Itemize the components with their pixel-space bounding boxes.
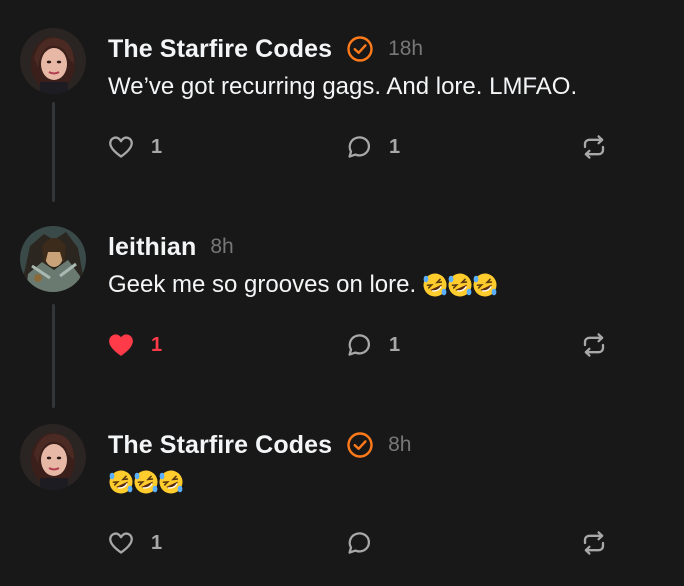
post-timestamp[interactable]: 8h <box>210 235 233 259</box>
post-actions: 1 <box>0 526 684 560</box>
post-2: leithian 8h Geek me so grooves on lore. … <box>0 198 684 388</box>
post-timestamp[interactable]: 8h <box>388 433 411 457</box>
like-count: 1 <box>151 135 163 158</box>
comment-bubble-icon <box>345 133 373 161</box>
like-button[interactable]: 1 <box>107 130 162 164</box>
post-timestamp[interactable]: 18h <box>388 37 423 61</box>
rolling-on-floor-laughing-emoji <box>422 272 448 298</box>
post-text <box>108 469 183 495</box>
post-actions: 1 1 <box>0 328 684 362</box>
repost-icon <box>580 331 608 359</box>
avatar[interactable] <box>20 424 86 490</box>
rolling-on-floor-laughing-emoji <box>133 469 159 495</box>
rolling-on-floor-laughing-emoji <box>158 469 184 495</box>
comment-bubble-icon <box>345 529 373 557</box>
author-name[interactable]: leithian <box>108 233 196 262</box>
repost-button[interactable] <box>580 526 608 560</box>
heart-icon <box>107 331 135 359</box>
like-button[interactable]: 1 <box>107 328 162 362</box>
post-text-content: We’ve got recurring gags. And lore. LMFA… <box>108 73 578 100</box>
post-1: The Starfire Codes 18h We’ve got recurri… <box>0 0 684 190</box>
like-count: 1 <box>151 531 163 554</box>
like-button[interactable]: 1 <box>107 526 162 560</box>
rolling-on-floor-laughing-emoji <box>472 272 498 298</box>
post-3: The Starfire Codes 8h 1 <box>0 396 684 586</box>
post-text-content: Geek me so grooves on lore. <box>108 271 417 298</box>
comment-button[interactable]: 1 <box>345 328 400 362</box>
heart-icon <box>107 133 135 161</box>
repost-icon <box>580 529 608 557</box>
comment-count: 1 <box>389 135 401 158</box>
author-name[interactable]: The Starfire Codes <box>108 431 332 460</box>
post-text: We’ve got recurring gags. And lore. LMFA… <box>108 73 577 101</box>
post-text: Geek me so grooves on lore. <box>108 271 497 299</box>
repost-button[interactable] <box>580 130 608 164</box>
avatar[interactable] <box>20 226 86 292</box>
post-actions: 1 1 <box>0 130 684 164</box>
verified-badge-icon <box>346 35 374 63</box>
comment-bubble-icon <box>345 331 373 359</box>
emoji-row <box>108 469 183 495</box>
comment-button[interactable] <box>345 526 373 560</box>
heart-icon <box>107 529 135 557</box>
woman-portrait-avatar <box>20 28 86 94</box>
like-count: 1 <box>151 333 163 356</box>
rolling-on-floor-laughing-emoji <box>447 272 473 298</box>
repost-icon <box>580 133 608 161</box>
comment-count: 1 <box>389 333 401 356</box>
comment-button[interactable]: 1 <box>345 130 400 164</box>
emoji-row <box>422 272 497 298</box>
rolling-on-floor-laughing-emoji <box>108 469 134 495</box>
author-name[interactable]: The Starfire Codes <box>108 35 332 64</box>
avatar[interactable] <box>20 28 86 94</box>
woman-portrait-avatar <box>20 424 86 490</box>
verified-badge-icon <box>346 431 374 459</box>
repost-button[interactable] <box>580 328 608 362</box>
warrior-art-avatar <box>20 226 86 292</box>
